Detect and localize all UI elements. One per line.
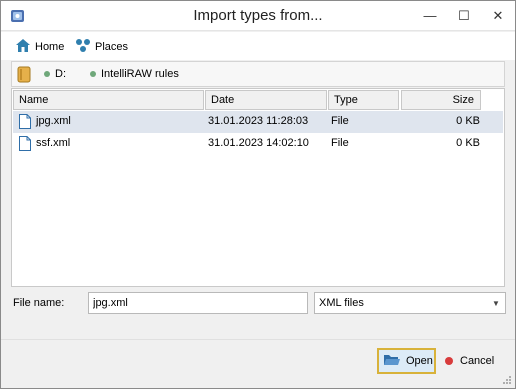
close-button[interactable]: ✕ <box>481 1 515 30</box>
file-type-select[interactable]: XML files ▼ <box>314 292 506 314</box>
column-header-type[interactable]: Type <box>328 90 399 110</box>
places-label: Places <box>95 41 129 53</box>
file-row[interactable]: jpg.xml 31.01.2023 11:28:03 File 0 KB <box>13 111 503 133</box>
file-size-cell: 0 KB <box>456 115 480 127</box>
resize-grip-icon[interactable] <box>502 375 512 385</box>
file-name-label: File name: <box>13 297 65 309</box>
column-header-size[interactable]: Size <box>401 90 481 110</box>
column-header-name[interactable]: Name <box>13 90 204 110</box>
chevron-down-icon[interactable]: ▼ <box>487 293 505 313</box>
file-type-cell: File <box>331 115 349 127</box>
breadcrumb-drive-label: D: <box>55 68 66 80</box>
file-date-cell: 31.01.2023 14:02:10 <box>208 137 309 149</box>
file-list[interactable]: Name Date Type Size jpg.xml 31.01.2023 1… <box>11 88 505 287</box>
folder-open-icon <box>383 353 401 370</box>
file-type-value: XML files <box>319 297 364 309</box>
file-icon <box>19 136 31 151</box>
file-icon <box>19 114 31 129</box>
home-icon <box>15 38 31 56</box>
places-button[interactable]: Places <box>75 39 128 55</box>
drive-icon <box>17 66 31 83</box>
file-name-cell: jpg.xml <box>36 115 71 127</box>
title-bar: Import types from... — ☐ ✕ <box>1 1 515 31</box>
file-type-cell: File <box>331 137 349 149</box>
places-icon <box>75 38 91 56</box>
cancel-dot-icon <box>445 357 453 365</box>
file-size-cell: 0 KB <box>456 137 480 149</box>
toolbar: Home Places <box>1 32 515 60</box>
file-name-cell: ssf.xml <box>36 137 71 149</box>
home-button[interactable]: Home <box>15 39 64 55</box>
crumb-dot-icon <box>90 71 96 77</box>
minimize-button[interactable]: — <box>413 1 447 30</box>
breadcrumb-folder[interactable]: IntelliRAW rules <box>90 68 179 80</box>
file-name-input[interactable] <box>88 292 308 314</box>
import-dialog: Import types from... — ☐ ✕ Home Places D… <box>0 0 516 389</box>
column-header-date[interactable]: Date <box>205 90 327 110</box>
open-button[interactable]: Open <box>377 348 436 374</box>
cancel-label: Cancel <box>460 355 495 367</box>
breadcrumb-drive[interactable]: D: <box>44 68 66 80</box>
maximize-button[interactable]: ☐ <box>447 1 481 30</box>
footer-divider <box>1 339 515 340</box>
open-label: Open <box>406 355 433 367</box>
path-bar[interactable]: D: IntelliRAW rules <box>11 61 505 87</box>
cancel-button[interactable]: Cancel <box>441 348 505 374</box>
crumb-dot-icon <box>44 71 50 77</box>
breadcrumb-folder-label: IntelliRAW rules <box>101 68 179 80</box>
list-header: Name Date Type Size <box>12 89 504 111</box>
file-row[interactable]: ssf.xml 31.01.2023 14:02:10 File 0 KB <box>13 133 503 155</box>
file-date-cell: 31.01.2023 11:28:03 <box>208 115 309 127</box>
home-label: Home <box>35 41 65 53</box>
